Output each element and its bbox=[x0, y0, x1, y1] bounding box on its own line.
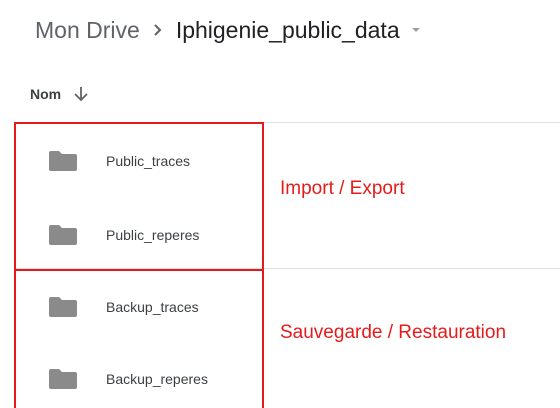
name-column-label: Nom bbox=[30, 86, 62, 102]
breadcrumb: Mon Drive Iphigenie_public_data bbox=[35, 14, 422, 46]
import-export-box bbox=[14, 122, 264, 271]
backup-restore-label: Sauvegarde / Restauration bbox=[280, 322, 507, 343]
caret-down-icon[interactable] bbox=[410, 26, 422, 34]
arrow-down-icon[interactable] bbox=[73, 85, 89, 103]
drive-page: Mon Drive Iphigenie_public_data Nom Publ… bbox=[0, 0, 560, 408]
breadcrumb-root[interactable]: Mon Drive bbox=[35, 17, 140, 44]
breadcrumb-current[interactable]: Iphigenie_public_data bbox=[176, 17, 400, 44]
chevron-right-icon bbox=[152, 23, 164, 37]
backup-restore-box bbox=[14, 269, 264, 408]
import-export-label: Import / Export bbox=[280, 178, 405, 199]
name-column-header[interactable]: Nom bbox=[30, 82, 89, 106]
